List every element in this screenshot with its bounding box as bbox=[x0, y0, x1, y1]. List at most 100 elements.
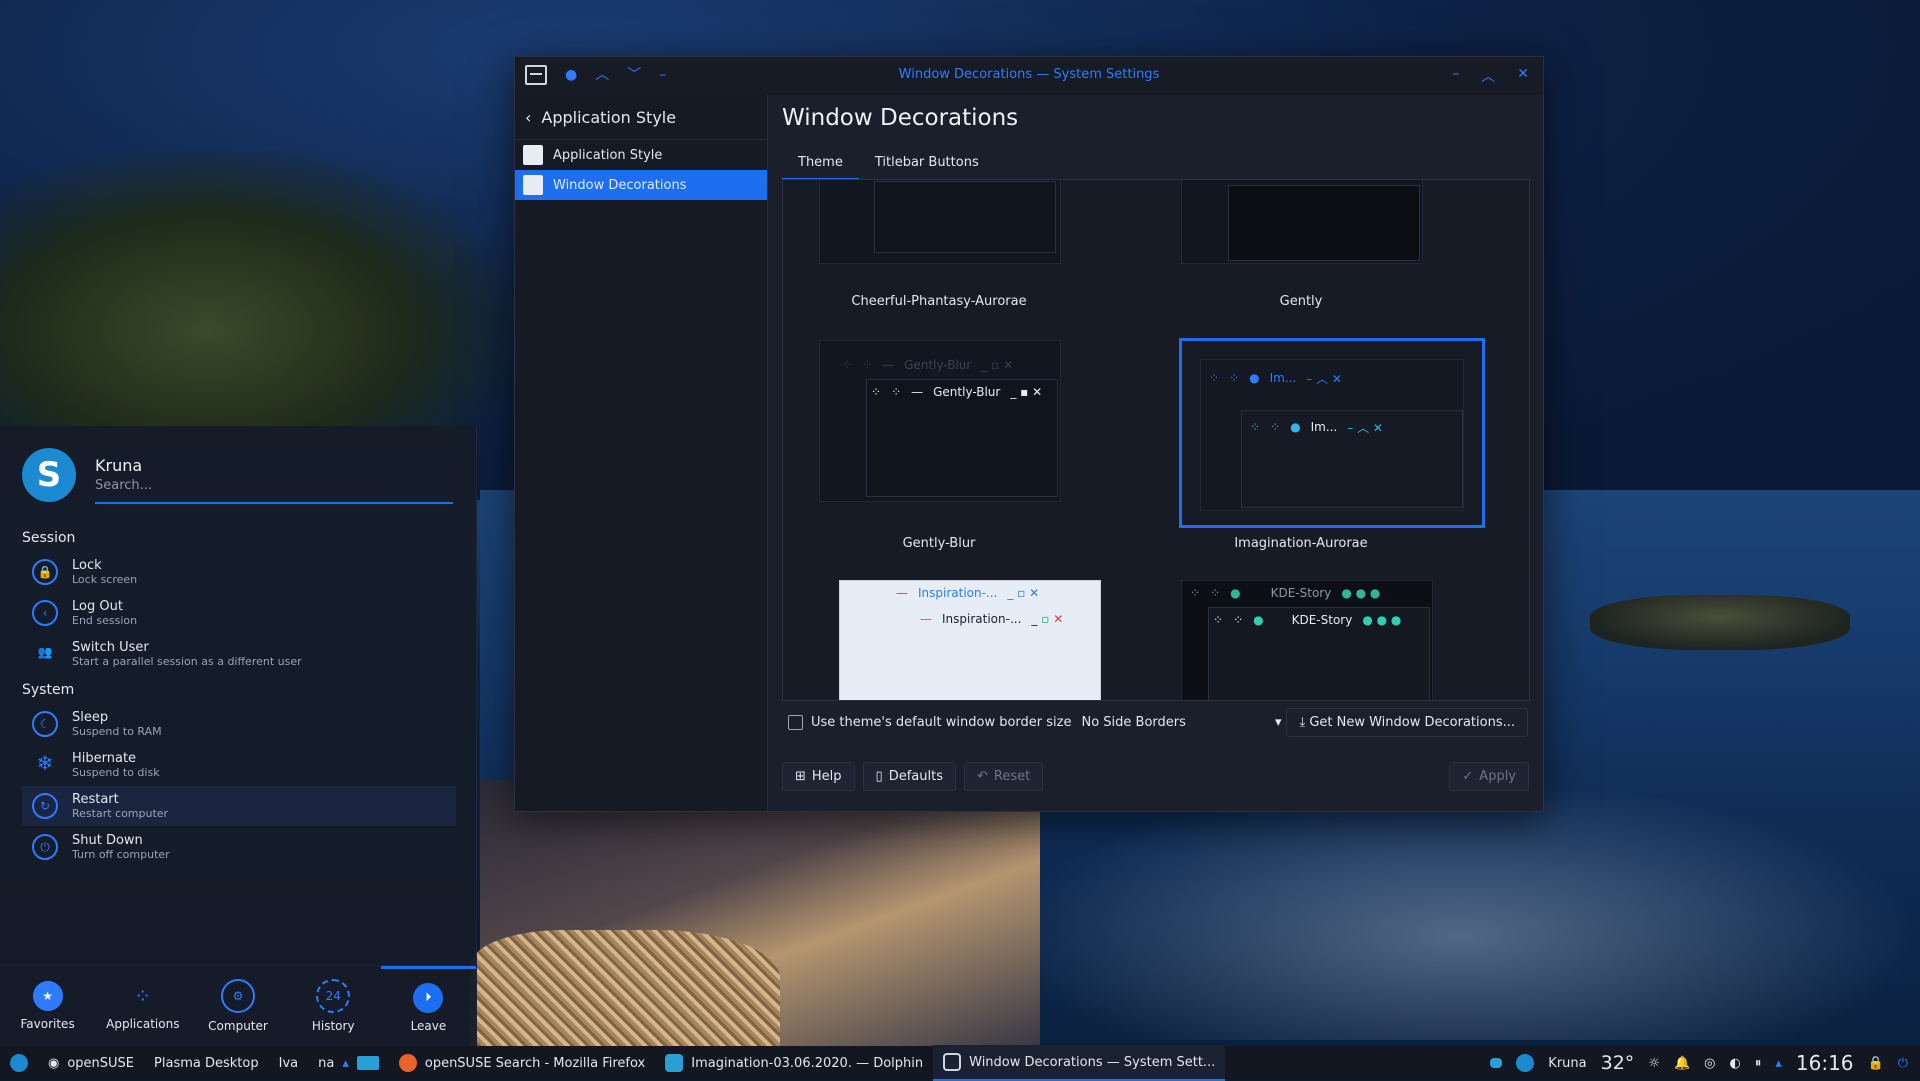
leave-item-sleep[interactable]: ☾ Sleep Suspend to RAM bbox=[22, 704, 456, 744]
firefox-icon bbox=[398, 1054, 417, 1072]
window-decorations-icon bbox=[523, 175, 543, 195]
preview-title: Inspiration-... bbox=[918, 586, 998, 600]
launcher-button[interactable] bbox=[0, 1046, 38, 1080]
apply-label: Apply bbox=[1479, 769, 1516, 784]
task-system-settings[interactable]: Window Decorations — System Sett... bbox=[933, 1045, 1226, 1081]
desktop-widget[interactable]: Plasma Desktop bbox=[144, 1046, 269, 1080]
apply-button[interactable]: ✓ Apply bbox=[1449, 762, 1529, 791]
border-options-row: Use theme's default window border size N… bbox=[782, 703, 1528, 741]
tab-applications[interactable]: ⁘ Applications bbox=[95, 966, 190, 1046]
border-size-dropdown[interactable]: No Side Borders ▾ bbox=[1081, 715, 1281, 730]
network-icon[interactable]: ◎ bbox=[1704, 1056, 1715, 1071]
section-session: Session bbox=[22, 530, 76, 546]
bell-icon[interactable]: 🔔 bbox=[1674, 1056, 1690, 1071]
pager-desktop-2[interactable]: na ▴ bbox=[308, 1046, 389, 1080]
pager-thumbnail-icon bbox=[356, 1056, 379, 1070]
minimize-icon[interactable]: – bbox=[1452, 66, 1459, 86]
dialog-buttons: ⊞ Help ▯ Defaults ↶ Reset bbox=[782, 762, 1044, 791]
leave-item-lock[interactable]: 🔒 Lock Lock screen bbox=[22, 552, 456, 592]
weather-icon[interactable]: ☼ bbox=[1648, 1056, 1660, 1071]
wallpaper-foam bbox=[1000, 780, 1920, 1040]
tab-computer[interactable]: ⚙ Computer bbox=[190, 966, 285, 1046]
arrow-up-icon: ▴ bbox=[342, 1055, 349, 1071]
power-icon[interactable]: ⏻ bbox=[1898, 1056, 1908, 1071]
user-icon[interactable] bbox=[1516, 1054, 1535, 1072]
help-button[interactable]: ⊞ Help bbox=[782, 762, 855, 791]
star-icon: ⁘ bbox=[1233, 613, 1244, 627]
border-size-checkbox[interactable] bbox=[788, 714, 803, 730]
weather-temperature[interactable]: 32° bbox=[1601, 1052, 1635, 1074]
theme-grid[interactable]: Cheerful-Phantasy-Aurorae Gently ⁘ ⁘ — G… bbox=[782, 179, 1530, 701]
tray-user[interactable]: Kruna bbox=[1548, 1056, 1586, 1071]
get-new-decorations-button[interactable]: ⤓ Get New Window Decorations... bbox=[1286, 707, 1528, 737]
switch-user-icon: 👥 bbox=[37, 645, 53, 659]
item-title: Lock bbox=[72, 558, 102, 573]
favorites-icon: ★ bbox=[32, 981, 63, 1011]
close-icon[interactable]: ✕ bbox=[1517, 66, 1529, 86]
undo-icon: ↶ bbox=[976, 769, 988, 784]
avatar[interactable]: S bbox=[22, 448, 76, 502]
chevron-down-icon: ▾ bbox=[1274, 714, 1282, 730]
sidebar-item-application-style[interactable]: Application Style bbox=[515, 140, 767, 170]
leave-item-hibernate[interactable]: ❄ Hibernate Suspend to disk bbox=[22, 745, 456, 785]
sidebar-item-window-decorations[interactable]: Window Decorations bbox=[515, 170, 767, 200]
pager-desktop-1[interactable]: Iva bbox=[269, 1046, 309, 1080]
tab-label: History bbox=[311, 1019, 355, 1033]
lock-icon[interactable]: 🔒 bbox=[1868, 1056, 1884, 1071]
task-firefox[interactable]: openSUSE Search - Mozilla Firefox bbox=[389, 1046, 655, 1080]
leave-item-restart[interactable]: ↻ Restart Restart computer bbox=[22, 786, 456, 826]
tab-theme[interactable]: Theme bbox=[782, 149, 859, 180]
sidebar-back-button[interactable]: ‹ Application Style bbox=[515, 95, 767, 140]
tray-square-icon[interactable] bbox=[1490, 1058, 1503, 1068]
media-icon[interactable]: ⏸ bbox=[1755, 1056, 1762, 1071]
distro-label: openSUSE bbox=[67, 1055, 135, 1071]
task-label: openSUSE Search - Mozilla Firefox bbox=[424, 1055, 646, 1071]
pager-label: Iva bbox=[278, 1055, 299, 1071]
help-icon: ⊞ bbox=[795, 769, 806, 784]
tab-leave[interactable]: ⏵ Leave bbox=[380, 966, 477, 1046]
expand-tray-icon[interactable]: ▴ bbox=[1775, 1056, 1782, 1071]
theme-card-gently-blur-preview[interactable]: ⁘ ⁘ — Gently-Blur _ ▫ ✕ ⁘ ⁘ — Gently-Blu… bbox=[819, 340, 1061, 502]
tab-favorites[interactable]: ★ Favorites bbox=[0, 966, 95, 1046]
theme-card-inspiration-preview[interactable]: — Inspiration-... _ ▫ ✕ — Inspiration-..… bbox=[839, 580, 1101, 700]
preview-title: Im... bbox=[1269, 371, 1297, 385]
leave-item-log-out[interactable]: ‹ Log Out End session bbox=[22, 593, 456, 633]
preview-title: Gently-Blur bbox=[904, 358, 972, 372]
tab-label: Favorites bbox=[20, 1017, 75, 1031]
distro-widget[interactable]: ◉ openSUSE bbox=[38, 1046, 144, 1080]
download-icon: ⤓ bbox=[1299, 714, 1306, 730]
maximize-icon[interactable]: ︿ bbox=[1481, 66, 1495, 86]
tab-label: Applications bbox=[106, 1017, 180, 1031]
star-icon: ⁘ bbox=[1270, 420, 1281, 434]
star-icon: ⁘ bbox=[1250, 420, 1261, 434]
star-icon: ⁘ bbox=[842, 358, 853, 372]
power-icon: ⏻ bbox=[32, 834, 58, 860]
theme-card-gently-preview[interactable] bbox=[1181, 180, 1423, 264]
section-system: System bbox=[22, 682, 75, 698]
reset-button[interactable]: ↶ Reset bbox=[963, 762, 1044, 791]
leave-item-shut-down[interactable]: ⏻ Shut Down Turn off computer bbox=[22, 827, 456, 867]
clock[interactable]: 16:16 bbox=[1796, 1051, 1854, 1075]
sleep-icon: ☾ bbox=[32, 711, 58, 737]
leave-item-switch-user[interactable]: 👥 Switch User Start a parallel session as… bbox=[22, 634, 456, 674]
tab-history[interactable]: 24 History bbox=[286, 966, 381, 1046]
defaults-button[interactable]: ▯ Defaults bbox=[862, 762, 956, 791]
item-title: Switch User bbox=[72, 640, 149, 655]
star-icon: ⁘ bbox=[1209, 371, 1220, 385]
task-dolphin[interactable]: Imagination-03.06.2020. — Dolphin bbox=[655, 1046, 933, 1080]
theme-card-kde-story-preview[interactable]: ⁘ ⁘ ● KDE-Story ● ● ● ⁘ ⁘ ● KDE-Story ● … bbox=[1181, 580, 1433, 700]
task-label: Imagination-03.06.2020. — Dolphin bbox=[691, 1055, 924, 1071]
star-icon: ⁘ bbox=[1229, 371, 1240, 385]
tab-titlebar-buttons[interactable]: Titlebar Buttons bbox=[859, 149, 995, 180]
border-checkbox-label[interactable]: Use theme's default window border size bbox=[811, 715, 1071, 730]
theme-card-cheerful-preview[interactable] bbox=[819, 180, 1061, 264]
settings-sidebar: ‹ Application Style Application Style Wi… bbox=[515, 95, 768, 811]
night-color-icon[interactable]: ◐ bbox=[1730, 1056, 1741, 1071]
window-titlebar[interactable]: ● ︿ ﹀ – Window Decorations — System Sett… bbox=[515, 57, 1543, 95]
check-icon: ✓ bbox=[1462, 769, 1474, 784]
item-title: Sleep bbox=[72, 710, 109, 725]
theme-card-label: Imagination-Aurorae bbox=[1234, 536, 1368, 551]
item-title: Restart bbox=[72, 792, 119, 807]
theme-card-imagination-selected[interactable]: ⁘ ⁘ ● Im... – ︿ ✕ ⁘ ⁘ ● Im... – ︿ ✕ bbox=[1179, 338, 1485, 528]
search-input[interactable]: Search... bbox=[95, 478, 453, 504]
